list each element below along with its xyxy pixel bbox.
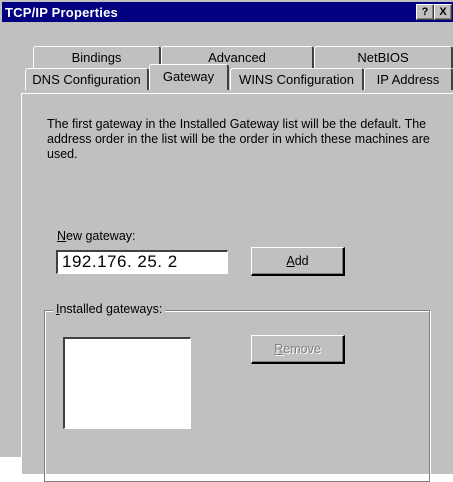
tab-netbios-label: NetBIOS [357,50,409,65]
tab-wins-configuration-label: WINS Configuration [239,72,354,87]
new-gateway-ip-input[interactable]: 192.176. 25. 2 [56,250,228,274]
tab-netbios[interactable]: NetBIOS [314,46,453,68]
add-button-rest: dd [294,254,309,268]
installed-gateways-list[interactable] [63,337,191,429]
remove-button-accel: R [274,342,284,356]
gateway-description: The first gateway in the Installed Gatew… [47,117,430,161]
new-gateway-label-rest: ew gateway: [66,229,136,243]
window-title: TCP/IP Properties [5,5,118,20]
tab-dns-configuration[interactable]: DNS Configuration [25,68,149,90]
tab-gateway[interactable]: Gateway [149,64,229,90]
tab-wins-configuration[interactable]: WINS Configuration [230,68,364,90]
tab-ip-address-label: IP Address [376,72,440,87]
tab-dns-configuration-label: DNS Configuration [32,72,141,87]
tab-bindings-label: Bindings [71,50,122,65]
add-button-accel: A [286,254,295,268]
close-button[interactable]: X [434,4,452,20]
tab-ip-address[interactable]: IP Address [364,68,453,90]
remove-button[interactable]: Remove [251,335,345,364]
gateway-tab-panel: The first gateway in the Installed Gatew… [21,93,453,482]
help-button[interactable]: ? [416,4,434,20]
tab-advanced-label: Advanced [208,50,266,65]
add-button[interactable]: Add [251,247,345,276]
title-bar[interactable]: TCP/IP Properties ? X [2,2,453,22]
remove-button-rest: emove [283,342,321,356]
installed-gateways-group: Installed gateways: Remove [44,302,430,482]
installed-gateways-label-rest: nstalled gateways: [59,302,163,316]
tab-bindings[interactable]: Bindings [33,46,161,68]
new-gateway-label-accel: N [57,229,67,243]
tcpip-properties-window: TCP/IP Properties ? X Bindings Advanced … [0,0,453,482]
installed-gateways-label: Installed gateways: [53,302,166,316]
new-gateway-label: New gateway: [57,229,136,243]
tab-gateway-label: Gateway [162,69,215,84]
